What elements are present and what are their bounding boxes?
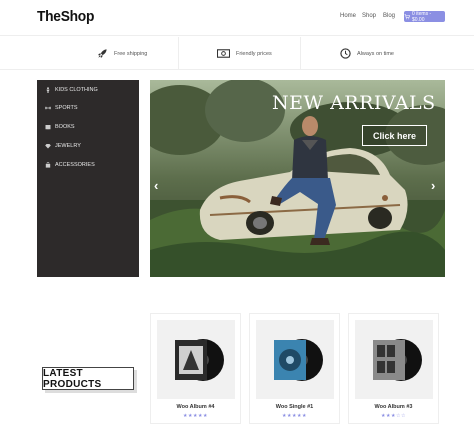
- product-image[interactable]: [157, 320, 235, 399]
- product-card[interactable]: Woo Album #3 ★★★☆☆: [348, 313, 439, 424]
- sidebar-item-label: ACCESSORIES: [55, 162, 95, 168]
- features-bar: Free shipping Friendly prices Always on …: [0, 37, 474, 70]
- product-rating: ★★★★★: [282, 413, 307, 419]
- feature-divider: [300, 37, 301, 70]
- product-image[interactable]: [355, 320, 433, 399]
- nav-shop-link[interactable]: Shop: [362, 13, 376, 19]
- feature-friendly-prices: Friendly prices: [217, 37, 272, 70]
- category-sidebar: KIDS CLOTHING SPORTS BOOKS JEWELRY ACCES…: [37, 80, 139, 277]
- slider-next-arrow[interactable]: ›: [431, 178, 435, 193]
- product-name[interactable]: Woo Single #1: [250, 404, 339, 410]
- sidebar-item-sports[interactable]: SPORTS: [45, 102, 78, 114]
- product-rating: ★★★☆☆: [381, 413, 406, 419]
- product-card[interactable]: Woo Single #1 ★★★★★: [249, 313, 340, 424]
- book-icon: [45, 125, 51, 130]
- sidebar-item-jewelry[interactable]: JEWELRY: [45, 140, 81, 152]
- cart-icon: [404, 13, 410, 19]
- cart-summary: 0 items - $0.00: [411, 10, 432, 23]
- dumbbell-icon: [45, 106, 51, 110]
- money-icon: [217, 49, 230, 58]
- nav-blog-link[interactable]: Blog: [383, 13, 395, 19]
- feature-label: Friendly prices: [236, 50, 272, 57]
- hero-title: NEW ARRIVALS: [272, 92, 436, 114]
- slider-prev-arrow[interactable]: ‹: [154, 178, 158, 193]
- hero-slider[interactable]: NEW ARRIVALS Click here ‹ ›: [150, 80, 445, 277]
- sidebar-item-label: KIDS CLOTHING: [55, 87, 98, 93]
- site-logo[interactable]: TheShop: [37, 8, 94, 25]
- site-header: TheShop Home Shop Blog 0 items - $0.00: [0, 0, 474, 36]
- feature-free-shipping: Free shipping: [97, 37, 147, 70]
- sidebar-item-books[interactable]: BOOKS: [45, 121, 75, 133]
- vinyl-album-icon: [355, 320, 433, 399]
- feature-label: Free shipping: [114, 50, 148, 57]
- clock-icon: [340, 48, 351, 59]
- sidebar-item-label: BOOKS: [55, 124, 75, 130]
- sidebar-item-label: JEWELRY: [55, 143, 81, 149]
- feature-divider: [178, 37, 179, 70]
- product-image[interactable]: [256, 320, 334, 399]
- product-name[interactable]: Woo Album #3: [349, 404, 438, 410]
- vinyl-single-icon: [256, 320, 334, 399]
- rocket-icon: [98, 49, 107, 58]
- sidebar-item-accessories[interactable]: ACCESSORIES: [45, 159, 95, 171]
- feature-label: Always on time: [357, 50, 394, 57]
- diamond-icon: [45, 144, 51, 149]
- feature-always-on-time: Always on time: [340, 37, 394, 70]
- product-card[interactable]: Woo Album #4 ★★★★★: [150, 313, 241, 424]
- sidebar-item-label: SPORTS: [55, 105, 78, 111]
- product-rating: ★★★★★: [183, 413, 208, 419]
- nav-home-link[interactable]: Home: [340, 13, 356, 19]
- bag-icon: [45, 162, 51, 168]
- child-icon: [46, 87, 50, 93]
- vinyl-album-icon: [157, 320, 235, 399]
- sidebar-item-kids-clothing[interactable]: KIDS CLOTHING: [45, 84, 98, 96]
- hero-cta-button[interactable]: Click here: [362, 125, 427, 146]
- section-title-latest-products: LATEST PRODUCTS: [42, 367, 134, 390]
- cart-button[interactable]: 0 items - $0.00: [404, 10, 445, 23]
- product-name[interactable]: Woo Album #4: [151, 404, 240, 410]
